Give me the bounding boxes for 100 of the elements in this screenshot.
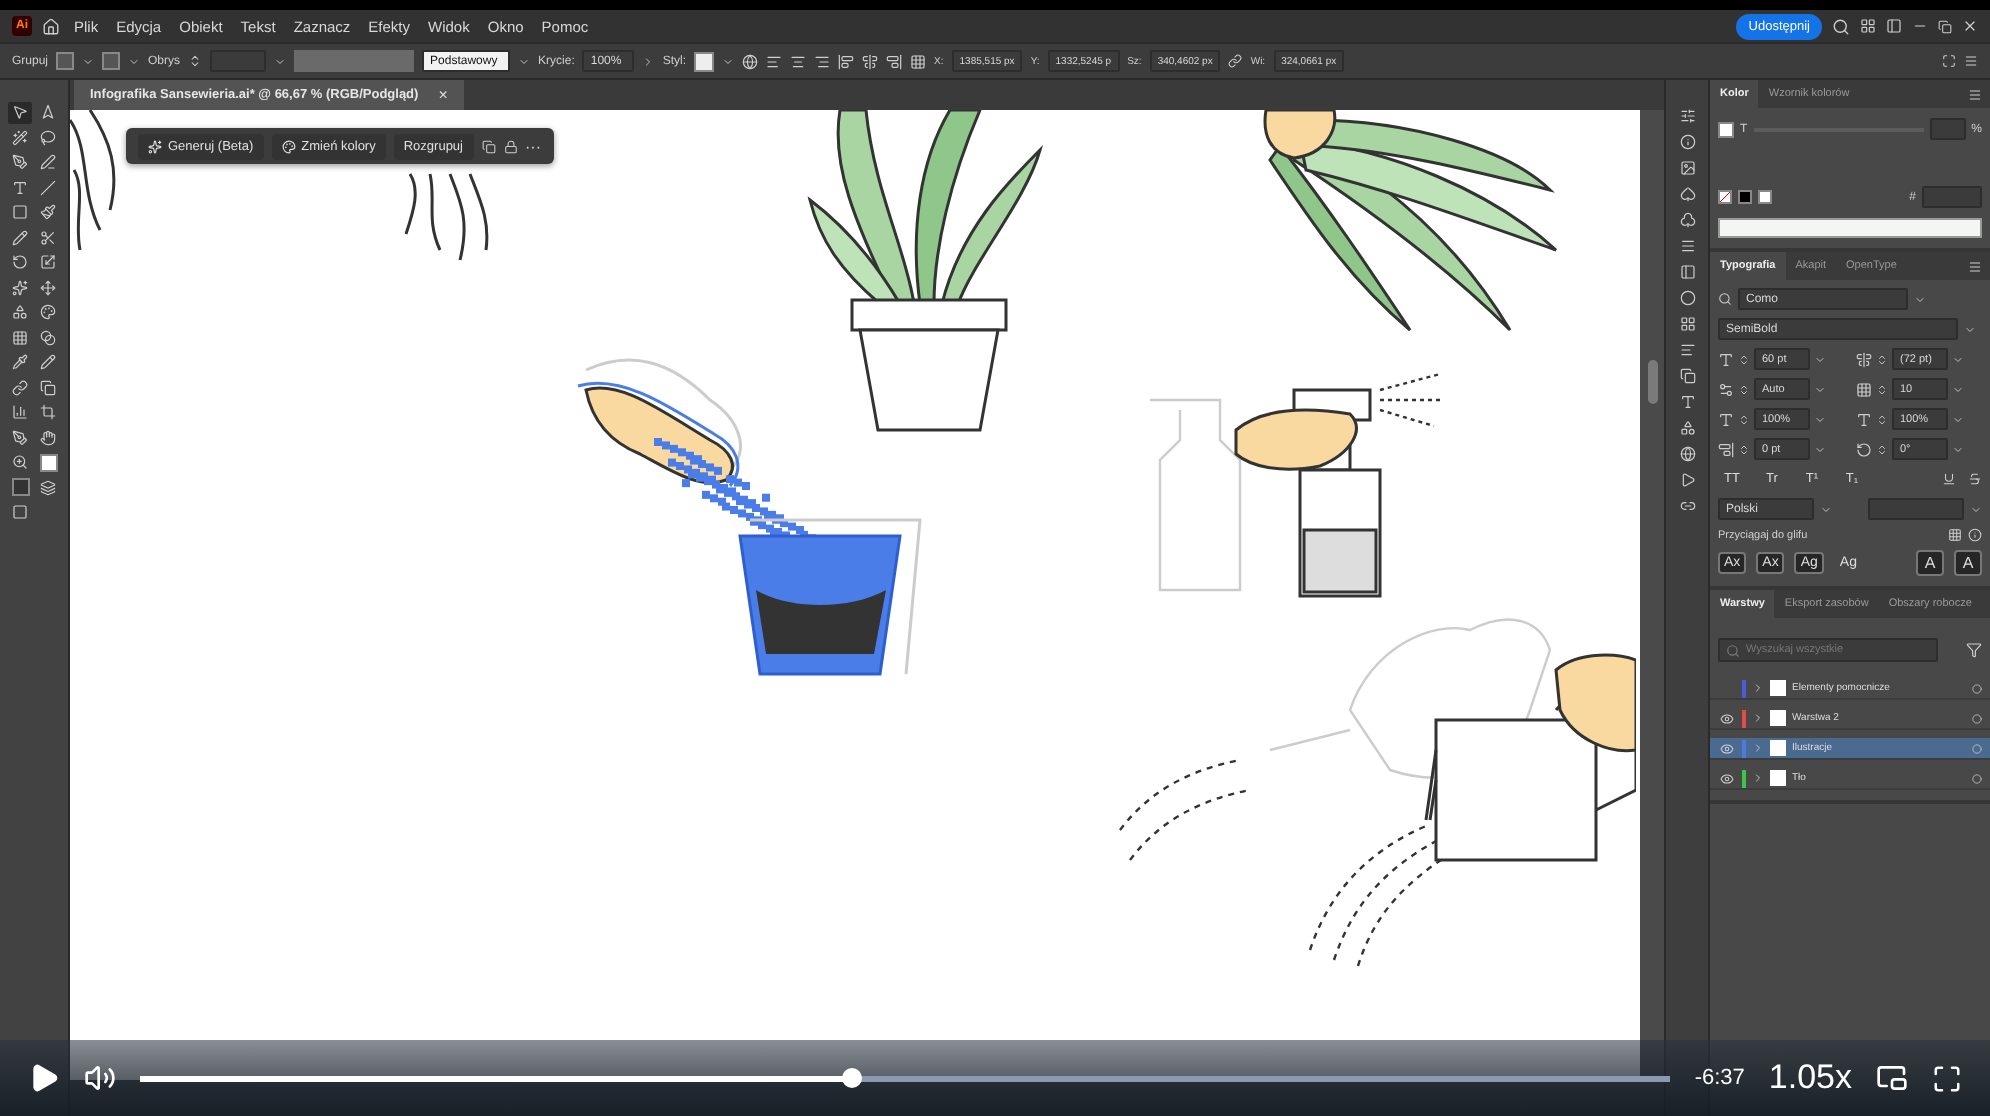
globe-icon[interactable]: [1679, 446, 1695, 462]
caret-icon[interactable]: [518, 55, 531, 67]
none-swatch[interactable]: [1718, 190, 1732, 204]
align-right-icon[interactable]: [814, 53, 831, 69]
circle-icon[interactable]: [1972, 713, 1982, 723]
glyph-button[interactable]: A: [1916, 550, 1944, 576]
caret-icon[interactable]: [274, 55, 287, 67]
sparkles-icon[interactable]: [8, 276, 32, 299]
menu-icon[interactable]: [1964, 54, 1978, 68]
pencil-icon[interactable]: [8, 226, 32, 249]
caret-icon[interactable]: [1952, 413, 1964, 425]
strikethrough-icon[interactable]: [1968, 472, 1982, 486]
variable-width-field[interactable]: [294, 50, 415, 72]
caret-icon[interactable]: [1970, 503, 1982, 515]
pencil-icon[interactable]: [36, 351, 60, 374]
glyph-button[interactable]: A: [1954, 550, 1982, 576]
eye-icon[interactable]: [1720, 741, 1734, 755]
stroke-swatch[interactable]: [102, 52, 121, 70]
eye-icon[interactable]: [1720, 771, 1734, 785]
fill-swatch[interactable]: [39, 453, 57, 472]
caret-icon[interactable]: [1952, 383, 1964, 395]
fill-swatch[interactable]: [1718, 121, 1734, 137]
caret-icon[interactable]: [1814, 353, 1826, 365]
panel-icon[interactable]: [1886, 18, 1902, 34]
chart-icon[interactable]: [8, 401, 32, 424]
picture-in-picture-button[interactable]: [1876, 1062, 1908, 1094]
type-icon[interactable]: [1679, 394, 1695, 410]
info-icon[interactable]: [1968, 528, 1982, 542]
pen-icon[interactable]: [8, 426, 32, 449]
caret-icon[interactable]: [722, 55, 735, 67]
layers-icon[interactable]: [40, 479, 56, 496]
spade-icon[interactable]: [1679, 186, 1695, 202]
pointer-icon[interactable]: [8, 101, 32, 124]
caret-icon[interactable]: [1814, 443, 1826, 455]
workspace-icon[interactable]: [1860, 18, 1876, 34]
fill-swatch[interactable]: [56, 52, 75, 70]
menu-icon[interactable]: [1968, 259, 1982, 273]
caret-icon[interactable]: [1820, 503, 1832, 515]
caret-icon[interactable]: [1952, 353, 1964, 365]
circle-icon[interactable]: [1972, 773, 1982, 783]
info-icon[interactable]: [1679, 134, 1695, 150]
align-icon[interactable]: [1679, 342, 1695, 358]
color-swatch[interactable]: [1738, 190, 1752, 204]
brush-icon[interactable]: [36, 201, 60, 224]
scissors-icon[interactable]: [36, 226, 60, 249]
stepper-icon[interactable]: [188, 54, 203, 68]
globe-icon[interactable]: [742, 53, 759, 69]
caret-icon[interactable]: [1914, 293, 1926, 305]
playback-speed[interactable]: 1.05x: [1768, 1058, 1852, 1098]
style-swatch[interactable]: [694, 51, 715, 71]
eye-icon[interactable]: [1720, 711, 1734, 725]
align-middle-icon[interactable]: [862, 53, 879, 69]
menu-icon[interactable]: [1968, 87, 1982, 101]
link-icon[interactable]: [8, 376, 32, 399]
caret-icon[interactable]: [1964, 323, 1976, 335]
fullscreen-button[interactable]: [1932, 1063, 1962, 1093]
hand-icon[interactable]: [36, 426, 60, 449]
copy-icon[interactable]: [481, 139, 495, 153]
align-left-icon[interactable]: [766, 53, 783, 69]
play-icon[interactable]: [1679, 472, 1695, 488]
home-icon[interactable]: [42, 17, 60, 35]
club-icon[interactable]: [1679, 212, 1695, 228]
copy-icon[interactable]: [36, 376, 60, 399]
link-icon[interactable]: [1228, 54, 1243, 68]
hex-field[interactable]: [1922, 186, 1982, 208]
underline-icon[interactable]: [1942, 472, 1956, 486]
lock-icon[interactable]: [503, 139, 517, 153]
scrollbar-thumb[interactable]: [1647, 360, 1657, 404]
color-swatch[interactable]: [1758, 190, 1772, 204]
caret-icon[interactable]: [82, 55, 95, 67]
scale-icon[interactable]: [36, 251, 60, 274]
move-icon[interactable]: [36, 276, 60, 299]
link-icon[interactable]: [1679, 498, 1695, 514]
caret-icon[interactable]: [1814, 413, 1826, 425]
crop-icon[interactable]: [36, 401, 60, 424]
eyedropper-icon[interactable]: [8, 351, 32, 374]
chevron-icon[interactable]: [642, 55, 655, 67]
pen-icon[interactable]: [8, 151, 32, 174]
rotate-icon[interactable]: [8, 251, 32, 274]
chevron-icon[interactable]: [1752, 682, 1764, 694]
caret-icon[interactable]: [1814, 383, 1826, 395]
wand-icon[interactable]: [8, 126, 32, 149]
color-spectrum[interactable]: [1718, 218, 1982, 238]
align-center-icon[interactable]: [790, 53, 807, 69]
screen-mode-icon[interactable]: [12, 504, 28, 521]
lines-icon[interactable]: [1679, 238, 1695, 254]
volume-button[interactable]: [84, 1062, 116, 1094]
image-icon[interactable]: [1679, 160, 1695, 176]
hyphenation-field[interactable]: [1868, 498, 1964, 520]
type-icon[interactable]: [8, 176, 32, 199]
zoom-icon[interactable]: [8, 451, 32, 474]
chevron-icon[interactable]: [1752, 712, 1764, 724]
transform-icon[interactable]: [1942, 54, 1956, 68]
align-bottom-icon[interactable]: [886, 53, 903, 69]
circle-icon[interactable]: [1972, 683, 1982, 693]
more-button[interactable]: ···: [525, 137, 541, 155]
percent-field[interactable]: [1929, 118, 1966, 140]
align-top-icon[interactable]: [838, 53, 855, 69]
pen-line-icon[interactable]: [36, 151, 60, 174]
reference-point-icon[interactable]: [910, 53, 927, 69]
